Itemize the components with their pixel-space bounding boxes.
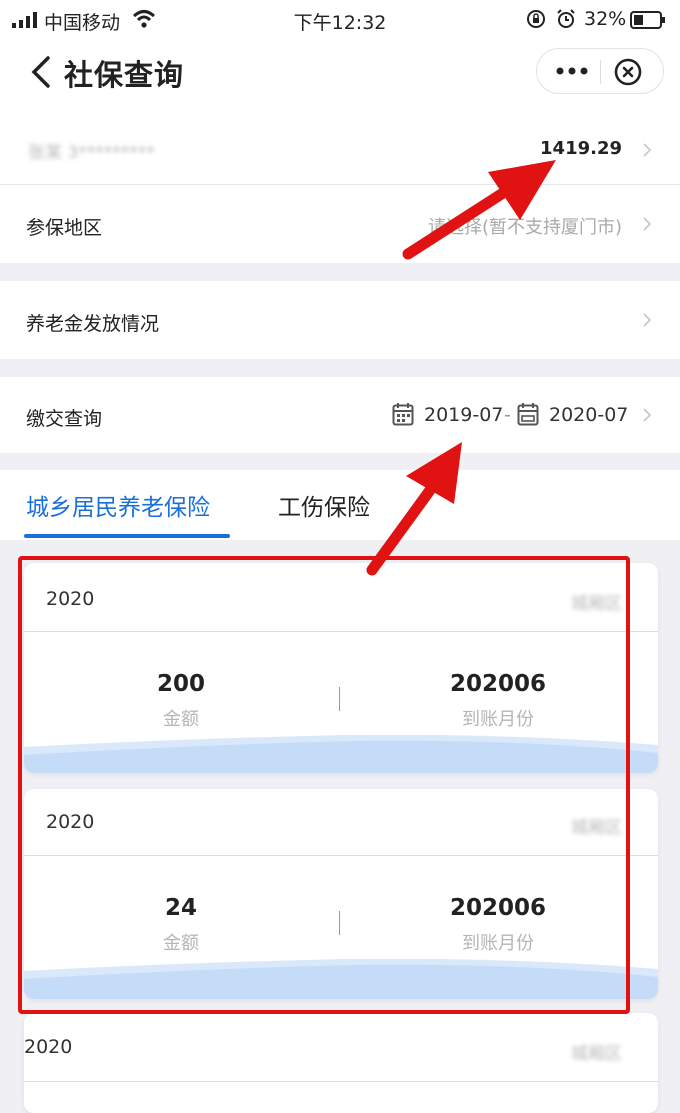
calendar-icon[interactable] — [392, 402, 414, 426]
record-year: 2020 — [24, 1036, 73, 1058]
pension-label: 养老金发放情况 — [26, 313, 160, 335]
date-separator: - — [504, 404, 511, 426]
payment-query-row[interactable]: 缴交查询 2019-07 - 2020-07 — [0, 377, 680, 453]
highlight-box — [18, 556, 630, 1014]
status-time: 下午12:32 — [293, 12, 387, 34]
tab-residents-pension[interactable]: 城乡居民养老保险 — [26, 488, 210, 522]
pension-status-row[interactable]: 养老金发放情况 — [0, 281, 680, 359]
card-divider — [24, 1081, 658, 1082]
region-label: 参保地区 — [26, 217, 103, 239]
date-to[interactable]: 2020-07 — [549, 404, 628, 426]
chevron-right-icon — [643, 313, 652, 327]
status-bar: 中国移动 下午12:32 32% — [0, 0, 680, 40]
close-circle-icon[interactable] — [613, 57, 643, 87]
nav-bar: 社保查询 — [0, 40, 680, 116]
alarm-icon — [557, 9, 575, 28]
payment-label: 缴交查询 — [26, 408, 103, 430]
chevron-right-icon — [643, 408, 652, 422]
blurred-name: 张某 3********* — [28, 143, 155, 163]
tab-work-injury[interactable]: 工伤保险 — [278, 488, 370, 522]
red-arrow-up — [366, 442, 462, 576]
record-card[interactable]: 2020 城厢区 — [24, 1013, 658, 1113]
date-from[interactable]: 2019-07 — [424, 404, 503, 426]
chevron-right-icon — [643, 143, 652, 157]
mini-program-capsule — [536, 48, 664, 94]
back-arrow-icon[interactable] — [28, 54, 54, 90]
insurance-tabs: 城乡居民养老保险 工伤保险 — [0, 470, 680, 540]
battery-icon — [630, 11, 665, 29]
capsule-divider — [600, 60, 601, 84]
record-region: 城厢区 — [571, 1044, 622, 1064]
red-arrow-up-right — [402, 160, 556, 260]
active-tab-indicator — [24, 534, 230, 538]
battery-percent: 32% — [584, 8, 627, 30]
more-dots-icon[interactable] — [555, 61, 589, 81]
page-title: 社保查询 — [64, 58, 185, 92]
insured-region-row[interactable]: 参保地区 请选择(暂不支持厦门市) — [0, 185, 680, 263]
account-summary-row[interactable]: 张某 3********* 1419.29 — [0, 116, 680, 184]
chevron-right-icon — [643, 217, 652, 231]
calendar-icon[interactable] — [517, 402, 539, 426]
rotation-lock-icon — [527, 10, 545, 28]
